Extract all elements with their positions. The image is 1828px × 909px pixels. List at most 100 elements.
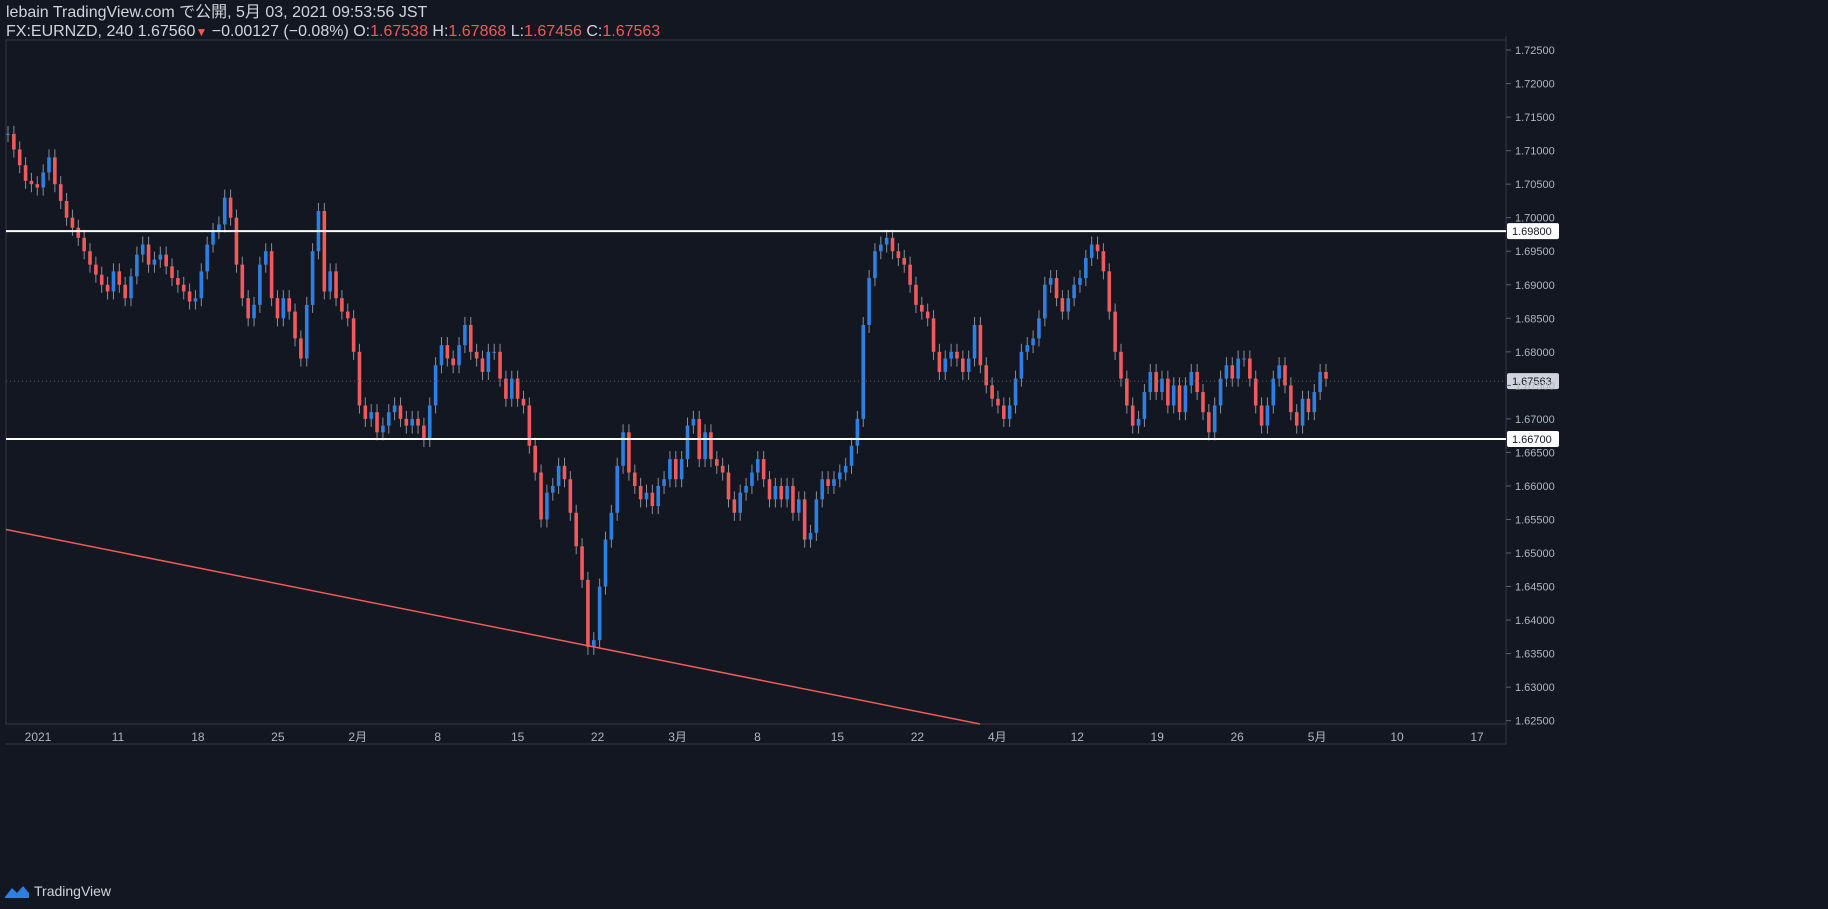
candle xyxy=(773,477,778,508)
candle xyxy=(1113,303,1117,360)
candle xyxy=(1031,330,1035,354)
candle xyxy=(533,437,537,481)
candle-body xyxy=(609,512,614,540)
candle-body xyxy=(943,358,948,372)
candle xyxy=(1060,290,1065,320)
candle xyxy=(656,477,661,515)
candle-body xyxy=(539,472,543,520)
candle-body xyxy=(1259,405,1264,426)
candle xyxy=(1312,384,1317,421)
candle-body xyxy=(656,485,661,507)
candle-body xyxy=(486,351,491,372)
candle xyxy=(304,296,309,367)
candle xyxy=(170,258,174,287)
candle xyxy=(1300,390,1305,434)
candle xyxy=(673,451,678,488)
candle-body xyxy=(240,264,245,299)
x-tick-label: 25 xyxy=(271,730,285,744)
candle xyxy=(1002,397,1006,427)
candle xyxy=(978,316,983,374)
candle-body xyxy=(105,284,110,292)
candle xyxy=(937,343,942,380)
candle xyxy=(539,464,543,528)
candle xyxy=(228,189,233,226)
candle xyxy=(1037,310,1041,347)
candle xyxy=(1183,377,1188,421)
candle-body xyxy=(1002,405,1006,419)
candle-body xyxy=(480,358,485,372)
candle-body xyxy=(29,180,34,185)
candle-body xyxy=(328,271,332,292)
candle xyxy=(785,477,789,508)
candle-body xyxy=(76,227,81,238)
candle xyxy=(269,243,274,307)
candle xyxy=(720,457,725,481)
candle-body xyxy=(1078,278,1082,285)
candle xyxy=(275,290,280,327)
candle-body xyxy=(1294,412,1299,426)
level-price-label: 1.66700 xyxy=(1512,434,1552,446)
candle-body xyxy=(88,251,92,265)
y-tick-label: 1.66500 xyxy=(1515,447,1555,459)
candle-body xyxy=(1318,371,1322,393)
candle-body xyxy=(1119,351,1123,379)
candle xyxy=(509,370,514,407)
candle-body xyxy=(1148,371,1153,393)
candle xyxy=(890,229,895,260)
candle-body xyxy=(99,274,104,285)
candle-body xyxy=(1054,278,1059,299)
candle xyxy=(761,451,766,488)
candle-body xyxy=(615,465,620,513)
x-tick-label: 5月 xyxy=(1308,730,1327,744)
candle xyxy=(615,457,620,521)
candle-body xyxy=(533,445,537,473)
candle-body xyxy=(902,257,907,265)
candle xyxy=(814,491,819,541)
candle-body xyxy=(515,378,520,399)
candle-body xyxy=(849,445,854,466)
candle xyxy=(498,343,502,387)
price-chart[interactable]: 1.698001.667001.675631.625001.630001.635… xyxy=(0,0,1828,909)
candle-body xyxy=(1095,244,1100,252)
candle xyxy=(99,266,104,293)
candle xyxy=(931,310,936,360)
candle xyxy=(832,471,836,494)
candle-body xyxy=(386,412,391,426)
candle-body xyxy=(802,499,807,540)
descending-trend-line xyxy=(5,528,981,725)
candle-body xyxy=(550,485,555,493)
candle-body xyxy=(644,492,649,500)
candle xyxy=(603,531,608,595)
candle-body xyxy=(1253,378,1258,406)
candle-body xyxy=(556,465,561,486)
candle-body xyxy=(785,485,789,500)
candle-body xyxy=(187,291,192,302)
candle-body xyxy=(351,318,356,352)
candle xyxy=(621,424,625,474)
candle xyxy=(838,464,842,488)
candle xyxy=(1218,370,1223,414)
candle-body xyxy=(755,459,760,473)
candle xyxy=(457,337,461,374)
candle xyxy=(920,296,924,320)
candle-body xyxy=(12,133,16,150)
candle xyxy=(53,149,57,193)
candle xyxy=(1177,377,1182,421)
candle xyxy=(234,209,239,273)
candle xyxy=(58,176,63,209)
candle-body xyxy=(791,485,795,513)
candle-body xyxy=(574,512,579,547)
candle-body xyxy=(135,254,139,277)
x-tick-label: 2月 xyxy=(348,730,367,744)
candle-body xyxy=(1289,385,1293,413)
candle-body xyxy=(820,479,825,500)
x-tick-label: 22 xyxy=(591,730,605,744)
candle xyxy=(843,457,848,481)
candle-body xyxy=(504,378,508,399)
candle-body xyxy=(457,345,461,366)
candle-body xyxy=(679,459,684,480)
candle-body xyxy=(47,157,51,173)
candle-body xyxy=(832,479,836,486)
candle xyxy=(135,246,139,285)
candle-body xyxy=(1312,392,1317,413)
